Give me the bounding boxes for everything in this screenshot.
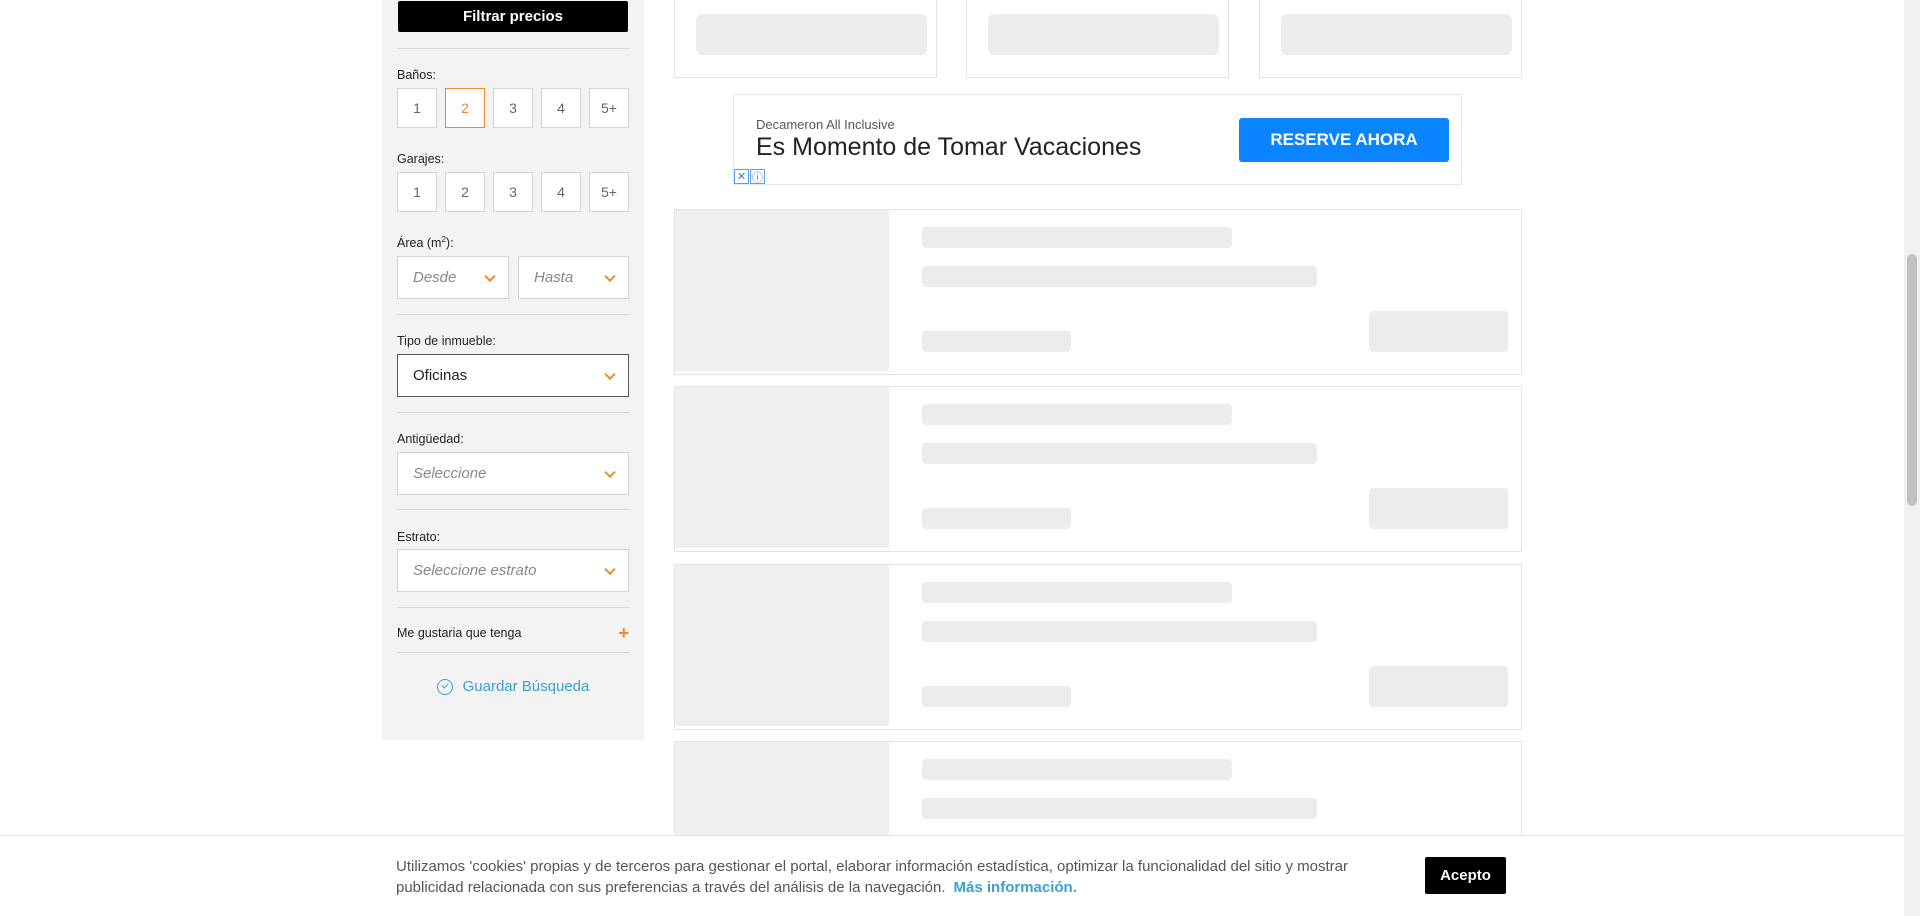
divider [397,314,629,315]
save-search-button[interactable]: Guardar Búsqueda [382,678,644,695]
wish-features-toggle[interactable]: Me gustaria que tenga + [397,623,629,643]
page-scrollbar[interactable] [1904,0,1920,916]
skeleton-bar [922,759,1232,780]
check-circle-icon [436,678,453,695]
ad-headline: Es Momento de Tomar Vacaciones [756,133,1142,161]
estrato-label: Estrato: [397,530,441,544]
banos-label: Baños: [397,68,436,82]
skeleton-bar [1369,311,1508,352]
banos-option-2[interactable]: 2 [445,88,485,128]
garajes-option-4[interactable]: 4 [541,172,581,212]
listing-image-placeholder [675,387,889,548]
tipo-inmueble-select[interactable]: Oficinas [397,354,629,397]
plus-icon: + [618,623,629,643]
banos-option-3[interactable]: 3 [493,88,533,128]
area-to-select[interactable]: Hasta [518,256,629,299]
tipo-inmueble-value: Oficinas [413,367,468,384]
ad-controls: ✕ ⓘ [734,169,765,184]
garajes-option-5plus[interactable]: 5+ [589,172,629,212]
ad-close-icon[interactable]: ✕ [734,169,749,184]
banos-options: 1 2 3 4 5+ [397,88,629,128]
area-from-select[interactable]: Desde [397,256,509,299]
estrato-select[interactable]: Seleccione estrato [397,549,629,592]
skeleton-bar [696,14,927,55]
result-card-skeleton [966,0,1229,78]
scrollbar-thumb[interactable] [1907,254,1917,506]
skeleton-bar [1369,488,1508,529]
garajes-label: Garajes: [397,152,445,166]
antiguedad-label: Antigüedad: [397,432,464,446]
divider [397,509,629,510]
skeleton-bar [1281,14,1512,55]
divider [397,607,629,608]
listing-image-placeholder [675,210,889,371]
skeleton-bar [922,266,1317,287]
area-label: Área (m2): [397,235,454,250]
ad-banner[interactable]: Decameron All Inclusive Es Momento de To… [733,94,1462,185]
divider [397,48,629,49]
cookie-banner: Utilizamos 'cookies' propias y de tercer… [0,835,1908,916]
area-to-placeholder: Hasta [534,269,574,286]
antiguedad-placeholder: Seleccione [413,465,487,482]
garajes-option-2[interactable]: 2 [445,172,485,212]
ad-brand: Decameron All Inclusive [756,117,895,132]
garajes-options: 1 2 3 4 5+ [397,172,629,212]
listing-skeleton [674,209,1522,375]
banos-option-1[interactable]: 1 [397,88,437,128]
skeleton-bar [922,227,1232,248]
chevron-down-icon [604,466,616,478]
save-search-label: Guardar Búsqueda [462,678,590,695]
result-card-skeleton [1259,0,1522,78]
accept-cookies-button[interactable]: Acepto [1425,857,1506,894]
listing-image-placeholder [675,565,889,726]
garajes-option-3[interactable]: 3 [493,172,533,212]
skeleton-bar [922,508,1071,529]
skeleton-bar [922,582,1232,603]
chevron-down-icon [604,270,616,282]
area-label-end: ): [445,236,454,251]
cookie-text: Utilizamos 'cookies' propias y de tercer… [396,858,1349,896]
skeleton-bar [922,686,1071,707]
tipo-label: Tipo de inmueble: [397,334,496,348]
filters-sidebar: Filtrar precios Baños: 1 2 3 4 5+ Garaje… [382,0,644,740]
result-card-skeleton [674,0,937,78]
skeleton-bar [1369,666,1508,707]
wish-features-label: Me gustaria que tenga [397,626,522,640]
estrato-placeholder: Seleccione estrato [413,562,537,579]
banos-option-4[interactable]: 4 [541,88,581,128]
cookie-message: Utilizamos 'cookies' propias y de tercer… [396,856,1376,898]
skeleton-bar [922,621,1317,642]
area-from-placeholder: Desde [413,269,457,286]
more-info-link[interactable]: Más información. [954,879,1077,896]
skeleton-bar [988,14,1219,55]
listing-skeleton [674,564,1522,730]
antiguedad-select[interactable]: Seleccione [397,452,629,495]
filter-prices-button[interactable]: Filtrar precios [398,1,628,32]
chevron-down-icon [604,368,616,380]
skeleton-bar [922,443,1317,464]
chevron-down-icon [484,270,496,282]
banos-option-5plus[interactable]: 5+ [589,88,629,128]
ad-info-icon[interactable]: ⓘ [750,169,765,184]
area-label-text: Área (m [397,236,442,251]
skeleton-bar [922,404,1232,425]
listing-skeleton [674,386,1522,552]
skeleton-bar [922,331,1071,352]
divider [397,652,629,653]
divider [397,412,629,413]
garajes-option-1[interactable]: 1 [397,172,437,212]
skeleton-bar [922,798,1317,819]
chevron-down-icon [604,563,616,575]
reserve-now-button[interactable]: RESERVE AHORA [1239,118,1449,162]
